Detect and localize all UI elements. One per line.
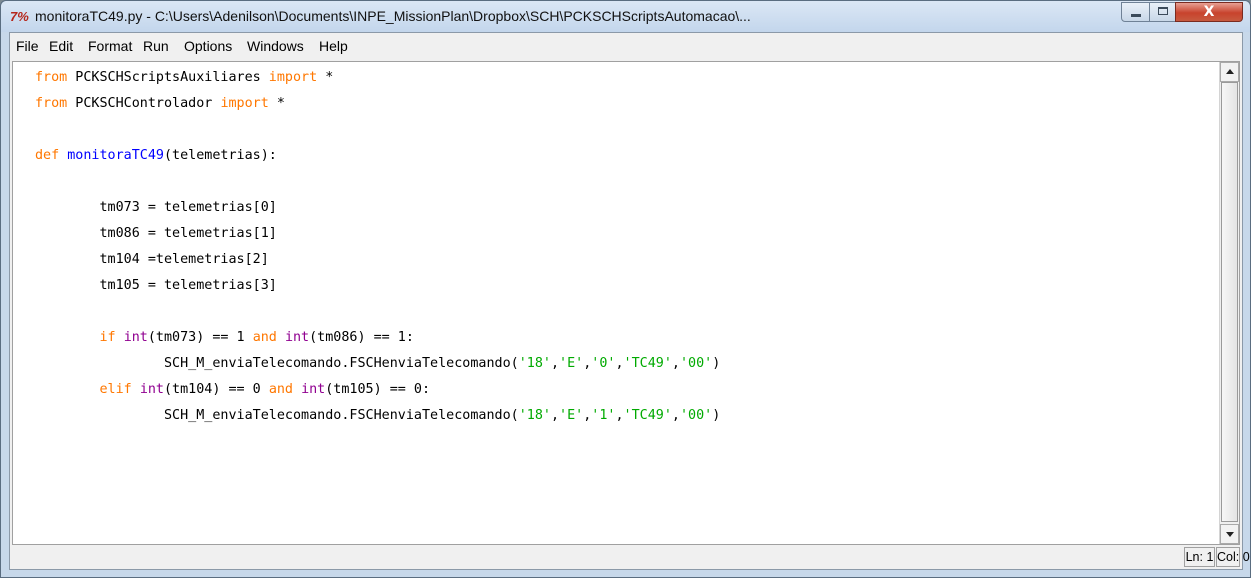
builtin: int — [301, 382, 326, 397]
vertical-scrollbar[interactable] — [1219, 62, 1239, 544]
string-literal: '18' — [518, 356, 551, 371]
code-text-span: tm104 =telemetrias[2] — [35, 252, 269, 267]
keyword: elif — [99, 382, 132, 397]
string-literal: 'TC49' — [623, 408, 672, 423]
keyword: and — [252, 330, 277, 345]
code-part: (tm086) == 1: — [309, 330, 414, 345]
menu-help[interactable]: Help — [319, 38, 348, 54]
scroll-thumb[interactable] — [1221, 82, 1238, 522]
status-bar: Ln: 1 Col: 0 — [10, 545, 1250, 569]
keyword: def — [35, 148, 60, 163]
code-part: (tm073) == 1 — [147, 330, 253, 345]
maximize-button[interactable] — [1149, 2, 1176, 22]
menu-edit[interactable]: Edit — [49, 38, 73, 54]
code-line: tm073 = telemetrias[0] — [35, 195, 1215, 221]
idle-window: 7% monitoraTC49.py - C:\Users\Adenilson\… — [0, 0, 1251, 578]
scroll-up-button[interactable] — [1220, 62, 1239, 82]
menu-run[interactable]: Run — [143, 38, 169, 54]
keyword: from — [35, 96, 68, 111]
code-line: tm104 =telemetrias[2] — [35, 247, 1215, 273]
code-part: PCKSCHScriptsAuxiliares — [67, 70, 269, 85]
string-literal: '1' — [591, 408, 616, 423]
code-part: (tm104) == 0 — [164, 382, 269, 397]
comma: , — [615, 408, 624, 423]
string-literal: '00' — [679, 356, 713, 371]
function-name: monitoraTC49 — [67, 148, 164, 163]
maximize-icon — [1158, 7, 1168, 15]
status-column: Col: 0 — [1216, 547, 1250, 567]
code-editor[interactable]: from PCKSCHScriptsAuxiliares import * fro… — [12, 61, 1240, 545]
code-part: (telemetrias): — [164, 148, 277, 163]
idle-app-icon: 7% — [10, 9, 29, 24]
code-line: elif int(tm104) == 0 and int(tm105) == 0… — [35, 377, 1215, 403]
code-line: from PCKSCHScriptsAuxiliares import * — [35, 65, 1215, 91]
code-text-span: tm086 = telemetrias[1] — [35, 226, 277, 241]
comma: , — [550, 408, 560, 423]
code-line: from PCKSCHControlador import * — [35, 91, 1215, 117]
keyword: and — [268, 382, 293, 397]
client-area: File Edit Format Run Options Windows Hel… — [9, 32, 1250, 570]
code-text[interactable]: from PCKSCHScriptsAuxiliares import * fro… — [35, 65, 1215, 535]
comma: , — [671, 408, 680, 423]
builtin: int — [139, 382, 164, 397]
code-part: (tm105) == 0: — [325, 382, 431, 397]
status-line: Ln: 1 — [1184, 547, 1215, 567]
string-literal: 'E' — [559, 408, 584, 423]
string-literal: 'TC49' — [623, 356, 672, 371]
menu-windows[interactable]: Windows — [247, 38, 304, 54]
code-part: * — [317, 70, 334, 85]
arrow-up-icon — [1226, 69, 1234, 74]
keyword: import — [268, 70, 318, 85]
keyword: from — [35, 70, 68, 85]
title-bar[interactable]: 7% monitoraTC49.py - C:\Users\Adenilson\… — [1, 1, 1250, 32]
code-text-span: tm105 = telemetrias[3] — [35, 278, 277, 293]
minimize-icon — [1131, 14, 1141, 17]
code-line: tm105 = telemetrias[3] — [35, 273, 1215, 299]
comma: , — [615, 356, 624, 371]
code-part: * — [268, 96, 285, 111]
scroll-down-button[interactable] — [1220, 524, 1239, 544]
menu-options[interactable]: Options — [184, 38, 232, 54]
arrow-down-icon — [1226, 532, 1234, 537]
call-text: SCH_M_enviaTelecomando.FSCHenviaTelecoma… — [164, 356, 519, 371]
code-line: if int(tm073) == 1 and int(tm086) == 1: — [35, 325, 1215, 351]
call-text: SCH_M_enviaTelecomando.FSCHenviaTelecoma… — [164, 408, 519, 423]
keyword: if — [99, 330, 116, 345]
string-literal: 'E' — [559, 356, 584, 371]
code-text-span: tm073 = telemetrias[0] — [35, 200, 277, 215]
keyword: import — [220, 96, 269, 111]
menu-bar: File Edit Format Run Options Windows Hel… — [10, 33, 1242, 60]
string-literal: '00' — [679, 408, 713, 423]
code-line: def monitoraTC49(telemetrias): — [35, 143, 1215, 169]
comma: , — [671, 356, 680, 371]
string-literal: '0' — [591, 356, 616, 371]
close-button[interactable]: X — [1175, 2, 1243, 22]
paren: ) — [712, 356, 721, 371]
paren: ) — [712, 408, 721, 423]
comma: , — [550, 356, 560, 371]
code-line: SCH_M_enviaTelecomando.FSCHenviaTelecoma… — [35, 351, 1215, 377]
code-part: PCKSCHControlador — [67, 96, 221, 111]
minimize-button[interactable] — [1121, 2, 1150, 22]
code-line: SCH_M_enviaTelecomando.FSCHenviaTelecoma… — [35, 403, 1215, 429]
string-literal: '18' — [518, 408, 551, 423]
menu-file[interactable]: File — [16, 38, 39, 54]
builtin: int — [284, 330, 310, 345]
close-icon: X — [1203, 4, 1215, 20]
code-line: tm086 = telemetrias[1] — [35, 221, 1215, 247]
builtin: int — [123, 330, 148, 345]
menu-format[interactable]: Format — [88, 38, 132, 54]
window-title: monitoraTC49.py - C:\Users\Adenilson\Doc… — [35, 8, 751, 24]
